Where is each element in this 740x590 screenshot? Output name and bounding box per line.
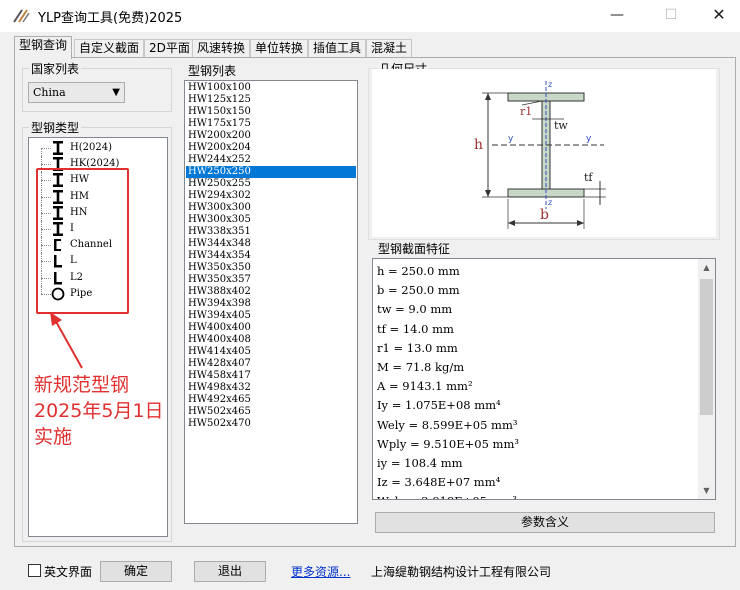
pencil-ruler-icon — [13, 9, 30, 23]
property-line: r1 = 13.0 mm — [377, 340, 458, 355]
properties-group-label: 型钢截面特征 — [376, 240, 453, 257]
tab-3[interactable]: 风速转换 — [192, 39, 251, 58]
section-list-item[interactable]: HW338x351 — [186, 226, 356, 238]
ok-button[interactable]: 确定 — [100, 561, 172, 582]
dim-tf-label: tf — [584, 171, 593, 184]
property-line: tf = 14.0 mm — [377, 321, 454, 336]
dim-r-label: r1 — [520, 105, 532, 118]
section-list-item[interactable]: HW350x350 — [186, 262, 356, 274]
property-line: h = 250.0 mm — [377, 264, 460, 278]
property-line: A = 9143.1 mm² — [377, 379, 473, 394]
chevron-down-icon[interactable]: ▼ — [112, 83, 120, 102]
section-list-item[interactable]: HW250x255 — [186, 178, 356, 190]
tree-connector — [41, 164, 51, 166]
section-list[interactable]: HW100x100 HW125x125 HW150x150 HW175x175 HW20… — [184, 80, 358, 524]
english-ui-label: 英文界面 — [44, 565, 93, 579]
annotation-line-2: 2025年5月1日 — [34, 400, 164, 422]
tab-5[interactable]: 插值工具 — [308, 39, 367, 58]
section-list-item[interactable]: HW100x100 — [186, 82, 356, 94]
section-list-item[interactable]: HW344x348 — [186, 238, 356, 250]
section-list-item[interactable]: HW125x125 — [186, 94, 356, 106]
exit-button[interactable]: 退出 — [194, 561, 266, 582]
section-list-item[interactable]: HW400x408 — [186, 334, 356, 346]
section-list-item[interactable]: HW394x405 — [186, 310, 356, 322]
section-list-item[interactable]: HW175x175 — [186, 118, 356, 130]
property-line: Iz = 3.648E+07 mm⁴ — [377, 475, 501, 490]
country-group-label: 国家列表 — [29, 60, 82, 77]
section-list-group-label: 型钢列表 — [186, 62, 239, 79]
scroll-up-icon[interactable]: ▲ — [698, 259, 715, 276]
section-list-item[interactable]: HW250x250 — [186, 166, 356, 178]
section-list-item[interactable]: HW344x354 — [186, 250, 356, 262]
english-ui-checkbox[interactable] — [28, 564, 41, 577]
axis-z-top-label: z — [548, 80, 552, 89]
section-list-item[interactable]: HW498x432 — [186, 382, 356, 394]
section-list-item[interactable]: HW350x357 — [186, 274, 356, 286]
h-beam-drawing: h b tw tf r1 y y z z — [474, 80, 606, 229]
scroll-down-icon[interactable]: ▼ — [698, 482, 715, 499]
property-line: Wply = 9.510E+05 mm³ — [377, 436, 519, 451]
tree-connector — [41, 148, 51, 149]
property-line: M = 71.8 kg/m — [377, 360, 465, 374]
annotation-line-3: 实施 — [34, 426, 73, 448]
annotation-text: 新规范型钢 2025年5月1日 实施 — [34, 372, 164, 450]
maximize-button[interactable]: ☐ — [648, 0, 694, 32]
tree-item-label: H(2024) — [70, 142, 112, 153]
section-list-item[interactable]: HW502x470 — [186, 418, 356, 430]
section-list-item[interactable]: HW300x300 — [186, 202, 356, 214]
scroll-thumb[interactable] — [700, 279, 713, 415]
tab-2[interactable]: 2D平面 — [144, 39, 195, 58]
section-list-item[interactable]: HW400x400 — [186, 322, 356, 334]
dim-tw-label: tw — [554, 119, 568, 132]
tree-item-0[interactable]: H(2024) — [29, 140, 167, 156]
section-list-item[interactable]: HW414x405 — [186, 346, 356, 358]
property-line: b = 250.0 mm — [377, 283, 460, 298]
properties-text-area[interactable]: h = 250.0 mm b = 250.0 mm tw = 9.0 mm tf = … — [372, 258, 716, 500]
section-list-item[interactable]: HW300x305 — [186, 214, 356, 226]
section-list-item[interactable]: HW428x407 — [186, 358, 356, 370]
section-list-item[interactable]: HW502x465 — [186, 406, 356, 418]
section-list-item[interactable]: HW458x417 — [186, 370, 356, 382]
country-select[interactable]: China ▼ — [28, 82, 125, 103]
title-bar: YLP查询工具(免费)2025 — ☐ ✕ — [0, 0, 740, 32]
axis-y-right-label: y — [586, 134, 592, 144]
annotation-highlight-box — [36, 168, 129, 314]
tab-0[interactable]: 型钢查询 — [14, 36, 73, 59]
tab-1[interactable]: 自定义截面 — [74, 39, 145, 58]
tab-strip: 型钢查询 自定义截面 2D平面 风速转换 单位转换 插值工具 混凝土 — [14, 36, 734, 59]
close-button[interactable]: ✕ — [696, 0, 740, 32]
company-name: 上海缇勒钢结构设计工程有限公司 — [371, 565, 552, 579]
annotation-line-1: 新规范型钢 — [34, 374, 130, 396]
section-diagram: h b tw tf r1 y y z z — [372, 69, 716, 237]
section-list-item[interactable]: HW492x465 — [186, 394, 356, 406]
section-list-item[interactable]: HW394x398 — [186, 298, 356, 310]
property-line: Iy = 1.075E+08 mm⁴ — [377, 398, 501, 413]
annotation-arrow-icon — [50, 312, 83, 369]
section-list-item[interactable]: HW200x204 — [186, 142, 356, 154]
property-line: iy = 108.4 mm — [377, 456, 463, 470]
tab-6[interactable]: 混凝土 — [366, 39, 413, 58]
axis-z-bottom-label: z — [548, 198, 552, 207]
properties-scrollbar[interactable]: ▲ ▼ — [698, 259, 715, 499]
dim-b-label: b — [540, 207, 549, 223]
section-list-item[interactable]: HW294x302 — [186, 190, 356, 202]
dim-h-label: h — [474, 137, 483, 153]
property-line: Welz = 2.918E+05 mm³ — [377, 493, 517, 499]
section-list-item[interactable]: HW244x252 — [186, 154, 356, 166]
i-beam-icon — [51, 141, 65, 155]
window-title: YLP查询工具(免费)2025 — [38, 11, 183, 26]
section-list-item[interactable]: HW200x200 — [186, 130, 356, 142]
parameter-meaning-button[interactable]: 参数含义 — [375, 512, 715, 533]
section-list-item[interactable]: HW150x150 — [186, 106, 356, 118]
section-list-item[interactable]: HW388x402 — [186, 286, 356, 298]
tab-4[interactable]: 单位转换 — [250, 39, 309, 58]
minimize-button[interactable]: — — [594, 0, 640, 32]
tree-connector — [41, 148, 42, 156]
more-resources-link[interactable]: 更多资源... — [291, 563, 350, 580]
property-line: Wely = 8.599E+05 mm³ — [377, 417, 518, 432]
axis-y-left-label: y — [508, 134, 514, 144]
section-type-group-label: 型钢类型 — [29, 119, 82, 136]
property-line: tw = 9.0 mm — [377, 302, 453, 317]
country-selected-value: China — [33, 86, 66, 99]
